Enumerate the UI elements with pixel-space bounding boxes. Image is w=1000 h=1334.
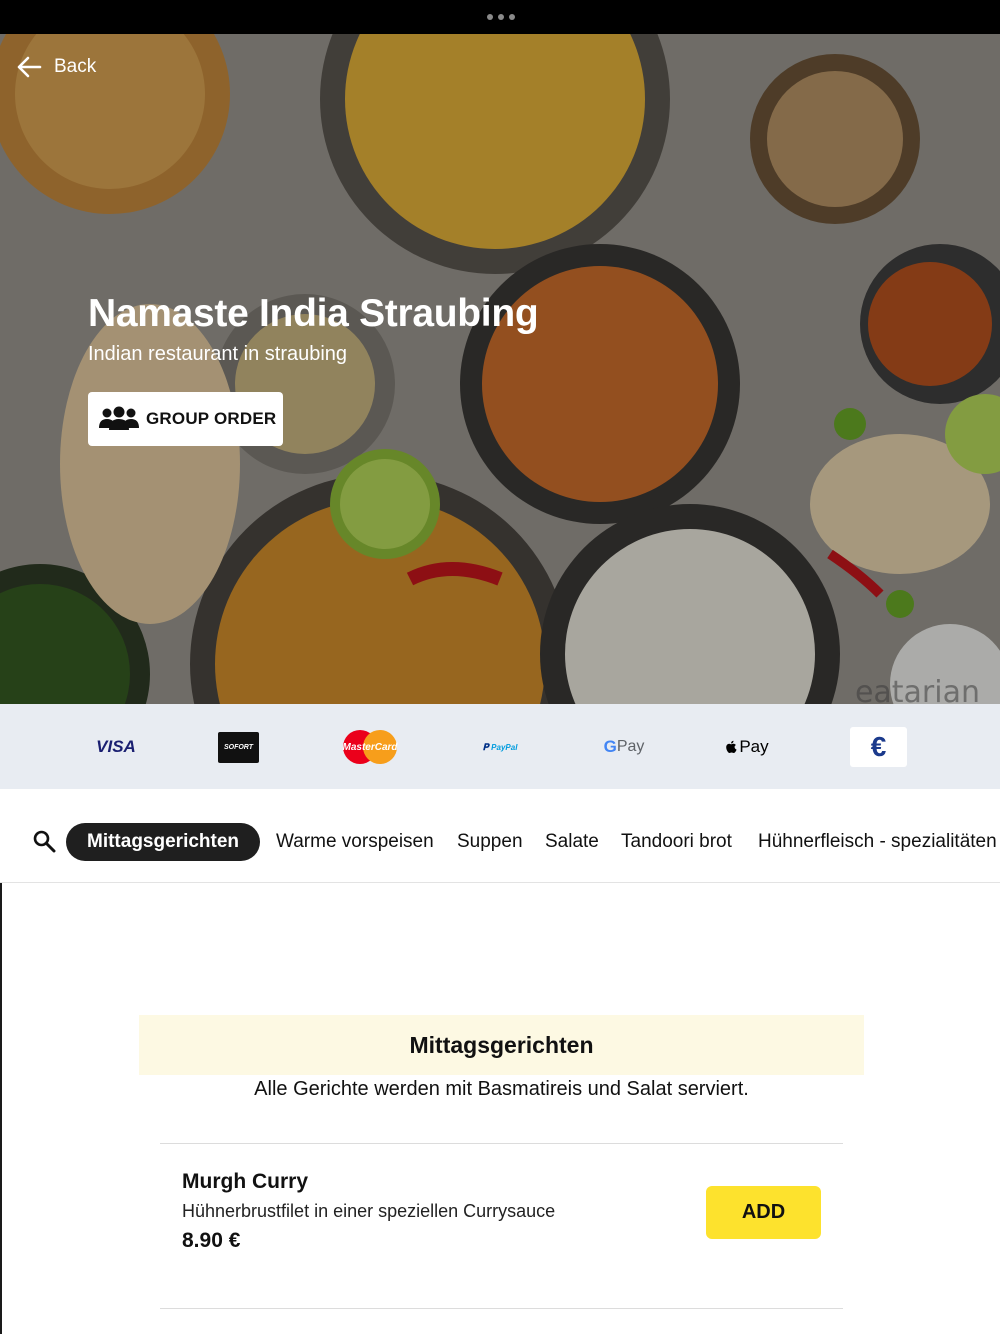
category-tab-huehnerfleisch[interactable]: Hühnerfleisch - spezialitäten (758, 823, 997, 861)
item-divider (160, 1143, 843, 1144)
google-pay-logo: G Pay (603, 737, 645, 756)
top-status-bar (0, 0, 1000, 34)
hero-banner: Back Namaste India Straubing Indian rest… (0, 34, 1000, 704)
category-tab-tandoori-brot[interactable]: Tandoori brot (621, 823, 732, 861)
item-name: Murgh Curry (182, 1170, 308, 1193)
category-tab-salate[interactable]: Salate (545, 823, 599, 861)
search-icon[interactable] (32, 829, 56, 853)
back-label: Back (54, 56, 97, 77)
multitask-dots-icon[interactable] (487, 14, 515, 20)
group-order-button[interactable]: GROUP ORDER (88, 392, 283, 446)
restaurant-tagline: Indian restaurant in straubing (88, 343, 348, 365)
add-to-cart-button[interactable]: ADD (706, 1186, 821, 1239)
paypal-text: PayPal (491, 742, 518, 752)
gpay-text: Pay (616, 738, 645, 755)
section-title: Mittagsgerichten (139, 1015, 864, 1075)
hero-overlay (0, 34, 1000, 704)
euro-symbol: € (870, 731, 887, 762)
cash-euro-logo: € (850, 727, 907, 767)
category-nav: Mittagsgerichten Warme vorspeisen Suppen… (0, 789, 1000, 883)
section-description: Alle Gerichte werden mit Basmatireis und… (254, 1078, 749, 1100)
category-tab-suppen[interactable]: Suppen (457, 823, 523, 861)
item-divider (160, 1308, 843, 1309)
mastercard-text: MasterCard (342, 741, 398, 753)
apple-icon (726, 740, 737, 753)
mastercard-logo: MasterCard (340, 727, 400, 767)
paypal-logo: 𝐏 PayPal (482, 741, 518, 752)
back-button[interactable]: Back (16, 56, 96, 78)
item-description: Hühnerbrustfilet in einer speziellen Cur… (182, 1201, 556, 1221)
photo-watermark: eatarian (854, 675, 980, 704)
restaurant-name: Namaste India Straubing (88, 292, 539, 335)
apple-pay-logo: Pay (724, 727, 770, 767)
sofort-logo: SOFORT (218, 732, 259, 763)
payment-methods-bar: VISA SOFORT MasterCard 𝐏 PayPal G Pay Pa… (0, 704, 1000, 789)
sofort-text: SOFORT (223, 744, 254, 751)
arrow-left-icon (17, 56, 42, 78)
visa-text: VISA (96, 737, 136, 756)
category-tab-mittagsgerichten[interactable]: Mittagsgerichten (66, 823, 261, 861)
group-people-icon (99, 406, 139, 430)
visa-logo: VISA (90, 727, 142, 767)
category-tab-warme-vorspeisen[interactable]: Warme vorspeisen (276, 823, 434, 861)
group-order-label: GROUP ORDER (146, 409, 277, 428)
applepay-text: Pay (739, 737, 769, 756)
item-price: 8.90 € (182, 1229, 241, 1252)
left-edge-line (0, 883, 2, 1334)
